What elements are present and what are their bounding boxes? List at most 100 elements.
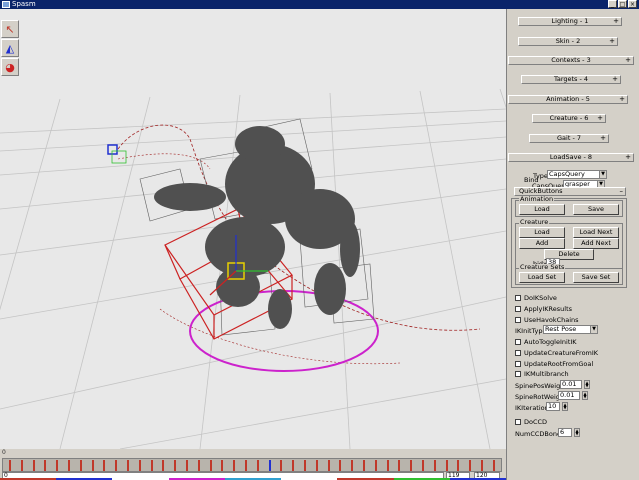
creature-model[interactable]	[154, 126, 360, 329]
keyframe-tick[interactable]	[386, 460, 389, 471]
keyframe-tick[interactable]	[221, 460, 224, 471]
close-button[interactable]: ×	[628, 0, 637, 8]
keyframe-tick[interactable]	[410, 460, 413, 471]
keyframe-tick[interactable]	[445, 460, 448, 471]
keyframe-tick[interactable]	[209, 460, 212, 471]
viewport-scene[interactable]	[0, 9, 506, 449]
keyframe-tick[interactable]	[292, 460, 295, 471]
chevron-down-icon: ▼	[590, 326, 597, 333]
keyframe-tick[interactable]	[103, 460, 106, 471]
creature-group-label: Creature	[519, 218, 550, 226]
keyframe-tick[interactable]	[186, 460, 188, 471]
load-set-button[interactable]: Load Set	[519, 272, 565, 283]
keyframe-tick[interactable]	[91, 460, 94, 471]
updatecreaturefromik-checkbox[interactable]	[515, 350, 521, 356]
rollout-animation[interactable]: Animation - 5 +	[508, 95, 628, 104]
spinerotweight-spinner[interactable]: ▲ ▼	[582, 391, 588, 400]
maximize-button[interactable]: □	[618, 0, 627, 8]
ikinittype-value: Rest Pose	[545, 325, 577, 333]
rollout-lighting[interactable]: Lighting - 1 +	[518, 17, 622, 26]
creature-load-next-button[interactable]: Load Next	[573, 227, 619, 238]
physics-icon[interactable]: ◕	[1, 58, 19, 76]
keyframe-tick[interactable]	[374, 460, 377, 471]
keyframe-tick[interactable]	[44, 460, 47, 471]
keyframe-tick[interactable]	[68, 460, 70, 471]
ikinittype-dropdown[interactable]: Rest Pose ▼	[543, 325, 598, 334]
ikmultibranch-checkbox[interactable]	[515, 371, 521, 377]
window-title-bar[interactable]: Spasm _ □ ×	[0, 0, 639, 9]
keyframe-tick[interactable]	[56, 460, 59, 471]
ikiterations-spinner[interactable]: ▲ ▼	[562, 402, 568, 411]
applyikresults-checkbox[interactable]	[515, 306, 521, 312]
spineposweight-field[interactable]: 0.01	[560, 380, 582, 389]
keyframe-tick[interactable]	[245, 460, 247, 471]
usehavokchains-checkbox[interactable]	[515, 317, 521, 323]
rollout-contexts[interactable]: Contexts - 3 +	[508, 56, 634, 65]
target-box[interactable]	[111, 150, 127, 164]
doccd-checkbox[interactable]	[515, 419, 521, 425]
doiksolve-checkbox[interactable]	[515, 295, 521, 301]
keyframe-tick[interactable]	[398, 460, 401, 471]
rollout-skin[interactable]: Skin - 2 +	[518, 37, 618, 46]
applyikresults-label: ApplyIKResults	[524, 305, 573, 313]
keyframe-tick[interactable]	[32, 460, 35, 471]
rollout-gait[interactable]: Gait - 7 +	[529, 134, 609, 143]
expand-icon: +	[597, 114, 603, 122]
spinerotweight-field[interactable]: 0.01	[558, 391, 580, 400]
keyframe-tick[interactable]	[433, 460, 436, 471]
keyframe-tick[interactable]	[351, 460, 354, 471]
autotoggleinitik-checkbox[interactable]	[515, 339, 521, 345]
rollout-targets[interactable]: Targets - 4 +	[521, 75, 621, 84]
keyframe-tick[interactable]	[174, 460, 177, 471]
ik-effector-icon[interactable]: ◭	[1, 39, 19, 57]
keyframe-tick[interactable]	[469, 460, 472, 471]
creature-load-button[interactable]: Load	[519, 227, 565, 238]
keyframe-tick[interactable]	[162, 460, 165, 471]
target-marker[interactable]	[107, 144, 118, 155]
keyframe-tick[interactable]	[233, 460, 236, 471]
animation-load-button[interactable]: Load	[519, 204, 565, 215]
keyframe-tick[interactable]	[363, 460, 365, 471]
keyframe-tick[interactable]	[150, 460, 153, 471]
keyframe-tick[interactable]	[9, 460, 11, 471]
3d-viewport[interactable]: ↖ ◭ ◕	[0, 9, 506, 449]
type-dropdown[interactable]: CapsQuery ▼	[547, 170, 607, 179]
keyframe-tick[interactable]	[457, 460, 460, 471]
expand-icon: +	[609, 37, 615, 45]
keyframe-tick[interactable]	[280, 460, 283, 471]
keyframe-tick[interactable]	[268, 460, 271, 471]
keyframe-tick[interactable]	[492, 460, 495, 471]
ikiterations-field[interactable]: 10	[546, 402, 560, 411]
doiksolve-label: DoIKSolve	[524, 294, 557, 302]
numccdbones-spinner[interactable]: ▲ ▼	[574, 428, 580, 437]
timeline-track[interactable]	[2, 458, 502, 472]
rollout-loadsave[interactable]: LoadSave - 8 +	[508, 153, 634, 162]
doccd-label: DoCCD	[524, 418, 548, 426]
autotoggleinitik-label: AutoToggleInitIK	[524, 338, 577, 346]
select-arrow-icon[interactable]: ↖	[1, 20, 19, 38]
minimize-button[interactable]: _	[608, 0, 617, 8]
keyframe-tick[interactable]	[79, 460, 82, 471]
keyframe-tick[interactable]	[138, 460, 141, 471]
numccdbones-field[interactable]: 6	[558, 428, 572, 437]
keyframe-tick[interactable]	[115, 460, 118, 471]
keyframe-tick[interactable]	[327, 460, 330, 471]
keyframe-tick[interactable]	[315, 460, 318, 471]
animation-save-button[interactable]: Save	[573, 204, 619, 215]
creature-add-next-button[interactable]: Add Next	[573, 238, 619, 249]
spineposweight-spinner[interactable]: ▲ ▼	[584, 380, 590, 389]
save-set-button[interactable]: Save Set	[573, 272, 619, 283]
keyframe-tick[interactable]	[304, 460, 306, 471]
timeline[interactable]: 0 0 119 120	[0, 449, 506, 480]
rollout-creature[interactable]: Creature - 6 +	[532, 114, 606, 123]
keyframe-tick[interactable]	[20, 460, 23, 471]
keyframe-tick[interactable]	[197, 460, 200, 471]
keyframe-tick[interactable]	[339, 460, 342, 471]
keyframe-tick[interactable]	[256, 460, 259, 471]
collapse-icon: –	[619, 187, 624, 195]
updaterootfromgoal-checkbox[interactable]	[515, 361, 521, 367]
keyframe-tick[interactable]	[481, 460, 483, 471]
keyframe-tick[interactable]	[422, 460, 424, 471]
keyframe-tick[interactable]	[127, 460, 129, 471]
creature-add-button[interactable]: Add	[519, 238, 565, 249]
